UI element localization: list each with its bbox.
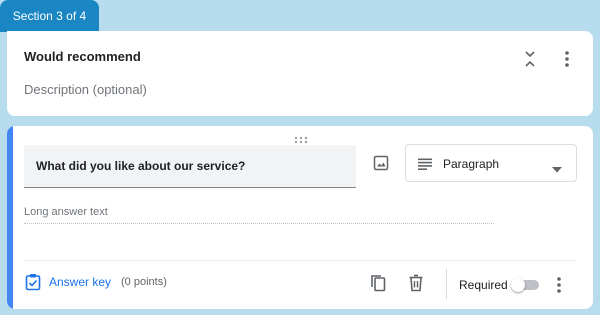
- section-header-card: Would recommend Description (optional): [7, 31, 593, 116]
- section-tab: Section 3 of 4: [0, 0, 99, 32]
- toggle-thumb: [511, 278, 525, 292]
- more-vert-icon[interactable]: [551, 275, 567, 295]
- footer-divider: [24, 260, 576, 261]
- paragraph-icon: [418, 157, 432, 170]
- section-description-field[interactable]: Description (optional): [24, 82, 147, 97]
- question-title-input[interactable]: What did you like about our service?: [24, 145, 356, 188]
- dropdown-arrow-icon: [552, 160, 562, 173]
- question-title-text: What did you like about our service?: [36, 159, 246, 173]
- footer-separator: [446, 269, 447, 299]
- answer-key-label: Answer key: [49, 275, 112, 289]
- image-icon[interactable]: [373, 155, 389, 171]
- duplicate-icon[interactable]: [370, 274, 386, 292]
- points-label: (0 points): [121, 276, 167, 288]
- active-accent-bar: [7, 126, 13, 309]
- question-type-select[interactable]: Paragraph: [405, 144, 577, 182]
- drag-handle-icon[interactable]: [294, 131, 308, 144]
- question-type-label: Paragraph: [443, 157, 500, 171]
- question-card[interactable]: What did you like about our service? Par…: [7, 126, 593, 309]
- collapse-icon[interactable]: [522, 49, 538, 69]
- answer-key-button[interactable]: Answer key: [25, 273, 111, 291]
- long-answer-placeholder: Long answer text: [24, 206, 494, 224]
- delete-icon[interactable]: [409, 274, 423, 292]
- required-label: Required: [459, 278, 508, 292]
- section-tab-label: Section 3 of 4: [12, 9, 87, 23]
- more-vert-icon[interactable]: [559, 49, 575, 69]
- required-toggle[interactable]: [511, 278, 541, 292]
- section-title[interactable]: Would recommend: [24, 49, 141, 64]
- answer-key-icon: [25, 273, 41, 291]
